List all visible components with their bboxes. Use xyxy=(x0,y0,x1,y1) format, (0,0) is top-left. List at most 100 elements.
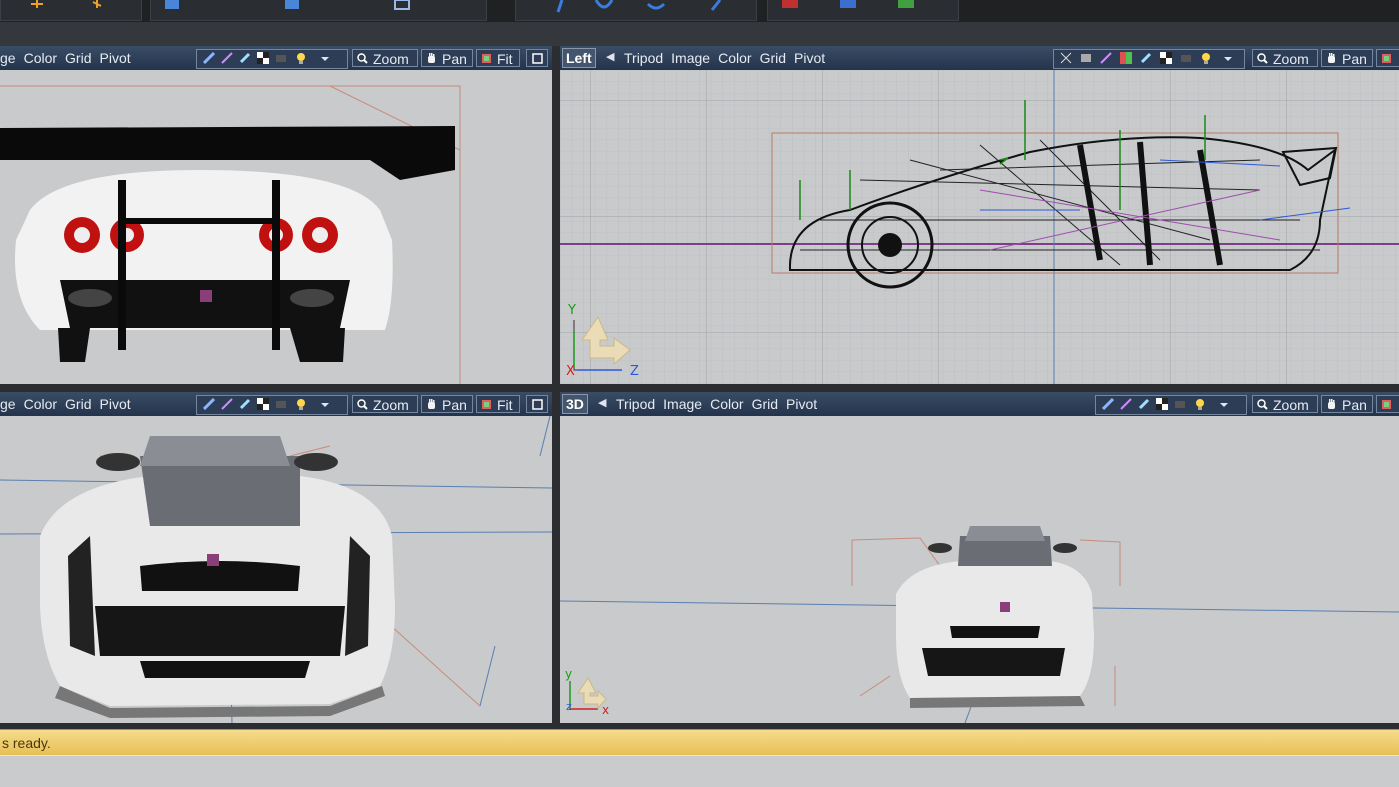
cube-icon[interactable] xyxy=(161,0,181,14)
fit-button[interactable] xyxy=(1376,49,1399,67)
circle-icon[interactable] xyxy=(594,0,614,14)
camera-icon[interactable] xyxy=(275,52,287,64)
pan-button[interactable]: Pan xyxy=(421,49,473,67)
fit-button[interactable]: Fit xyxy=(476,395,520,413)
smooth-icon[interactable] xyxy=(1138,398,1150,410)
fit-icon xyxy=(1382,54,1391,63)
pen-icon[interactable] xyxy=(706,0,726,14)
fit-button[interactable] xyxy=(1376,395,1399,413)
wand-icon[interactable] xyxy=(550,0,570,14)
axis-z-label: z xyxy=(566,700,572,713)
viewport-header: ge Color Grid Pivot Zoom Pan Fit xyxy=(0,392,552,416)
zoom-button[interactable]: Zoom xyxy=(1252,49,1318,67)
viewport-3d[interactable]: 3D ◀ Tripod Image Color Grid Pivot Zoom Pan xyxy=(560,392,1399,723)
move-tool-icon[interactable] xyxy=(27,0,47,14)
menu-pivot[interactable]: Pivot xyxy=(100,396,131,412)
light-bulb-icon[interactable] xyxy=(295,398,307,410)
menu-tripod[interactable]: Tripod xyxy=(616,396,655,412)
menu-image[interactable]: Image xyxy=(663,396,702,412)
status-text: s ready. xyxy=(2,735,51,751)
layers-icon[interactable] xyxy=(1080,52,1092,64)
dropdown-arrow-icon[interactable] xyxy=(319,52,331,64)
menu-grid[interactable]: Grid xyxy=(752,396,778,412)
rotate-tool-icon[interactable] xyxy=(87,0,107,14)
brush-icon[interactable] xyxy=(203,398,215,410)
light-bulb-icon[interactable] xyxy=(1200,52,1212,64)
box-icon[interactable] xyxy=(281,0,301,14)
paint-icon[interactable] xyxy=(1100,52,1112,64)
maximize-button[interactable] xyxy=(526,49,548,67)
bottom-panel xyxy=(0,755,1399,787)
menu-image[interactable]: ge xyxy=(0,50,16,66)
maximize-icon xyxy=(532,53,543,64)
hand-icon xyxy=(1328,53,1335,63)
checker-icon[interactable] xyxy=(1156,398,1168,410)
viewport-front[interactable]: ge Color Grid Pivot Zoom Pan Fit xyxy=(0,392,552,723)
wireframe-icon[interactable] xyxy=(1060,52,1072,64)
menu-image[interactable]: Image xyxy=(671,50,710,66)
zoom-label: Zoom xyxy=(1273,397,1309,413)
viewport-left[interactable]: Left ◀ Tripod Image Color Grid Pivot Zoom Pa… xyxy=(560,46,1399,384)
axis-x-label: x xyxy=(602,703,609,717)
brush-icon[interactable] xyxy=(203,52,215,64)
menu-pivot[interactable]: Pivot xyxy=(100,50,131,66)
collapse-arrow-icon[interactable]: ◀ xyxy=(598,396,606,409)
color-icon[interactable] xyxy=(1120,52,1132,64)
light-bulb-icon[interactable] xyxy=(1194,398,1206,410)
smooth-icon[interactable] xyxy=(239,398,251,410)
fit-icon xyxy=(1382,400,1391,409)
menu-grid[interactable]: Grid xyxy=(65,396,91,412)
render-icon[interactable] xyxy=(780,0,800,14)
material-icon[interactable] xyxy=(838,0,858,14)
light-bulb-icon[interactable] xyxy=(295,52,307,64)
viewport-header: ge Color Grid Pivot Zoom Pan Fit xyxy=(0,46,552,70)
fit-button[interactable]: Fit xyxy=(476,49,520,67)
menu-pivot[interactable]: Pivot xyxy=(794,50,825,66)
paint-icon[interactable] xyxy=(1120,398,1132,410)
pan-button[interactable]: Pan xyxy=(1321,49,1373,67)
camera-icon[interactable] xyxy=(1180,52,1192,64)
maximize-button[interactable] xyxy=(526,395,548,413)
paint-icon[interactable] xyxy=(221,398,233,410)
menu-grid[interactable]: Grid xyxy=(760,50,786,66)
zoom-button[interactable]: Zoom xyxy=(1252,395,1318,413)
viewport-name[interactable]: 3D xyxy=(562,394,588,414)
car-side-wireframe: Y X Z xyxy=(560,70,1399,384)
pan-label: Pan xyxy=(1342,397,1367,413)
ring-icon[interactable] xyxy=(646,0,666,14)
pan-button[interactable]: Pan xyxy=(421,395,473,413)
menu-pivot[interactable]: Pivot xyxy=(786,396,817,412)
menu-color[interactable]: Color xyxy=(710,396,743,412)
dropdown-arrow-icon[interactable] xyxy=(1218,398,1230,410)
texture-icon[interactable] xyxy=(896,0,916,14)
menu-grid[interactable]: Grid xyxy=(65,50,91,66)
smooth-icon[interactable] xyxy=(1140,52,1152,64)
menu-tripod[interactable]: Tripod xyxy=(624,50,663,66)
checker-icon[interactable] xyxy=(1160,52,1172,64)
viewport-back[interactable]: ge Color Grid Pivot Zoom Pan Fit xyxy=(0,46,552,384)
menu-color[interactable]: Color xyxy=(24,50,57,66)
main-toolbar xyxy=(0,0,1399,22)
checker-icon[interactable] xyxy=(257,398,269,410)
zoom-button[interactable]: Zoom xyxy=(352,49,418,67)
menu-color[interactable]: Color xyxy=(24,396,57,412)
checker-icon[interactable] xyxy=(257,52,269,64)
dropdown-arrow-icon[interactable] xyxy=(319,398,331,410)
menu-color[interactable]: Color xyxy=(718,50,751,66)
viewport-name[interactable]: Left xyxy=(562,48,596,68)
collapse-arrow-icon[interactable]: ◀ xyxy=(606,50,614,63)
car-rear-render xyxy=(0,70,552,384)
brush-icon[interactable] xyxy=(1102,398,1114,410)
camera-icon[interactable] xyxy=(275,398,287,410)
menu-image[interactable]: ge xyxy=(0,396,16,412)
smooth-icon[interactable] xyxy=(239,52,251,64)
pan-button[interactable]: Pan xyxy=(1321,395,1373,413)
toolbar-group-transform xyxy=(0,0,142,21)
dropdown-arrow-icon[interactable] xyxy=(1222,52,1234,64)
axis-z-label: Z xyxy=(630,364,639,379)
magnifier-icon xyxy=(357,53,368,64)
paint-icon[interactable] xyxy=(221,52,233,64)
wireframe-icon[interactable] xyxy=(391,0,411,14)
zoom-button[interactable]: Zoom xyxy=(352,395,418,413)
camera-icon[interactable] xyxy=(1174,398,1186,410)
